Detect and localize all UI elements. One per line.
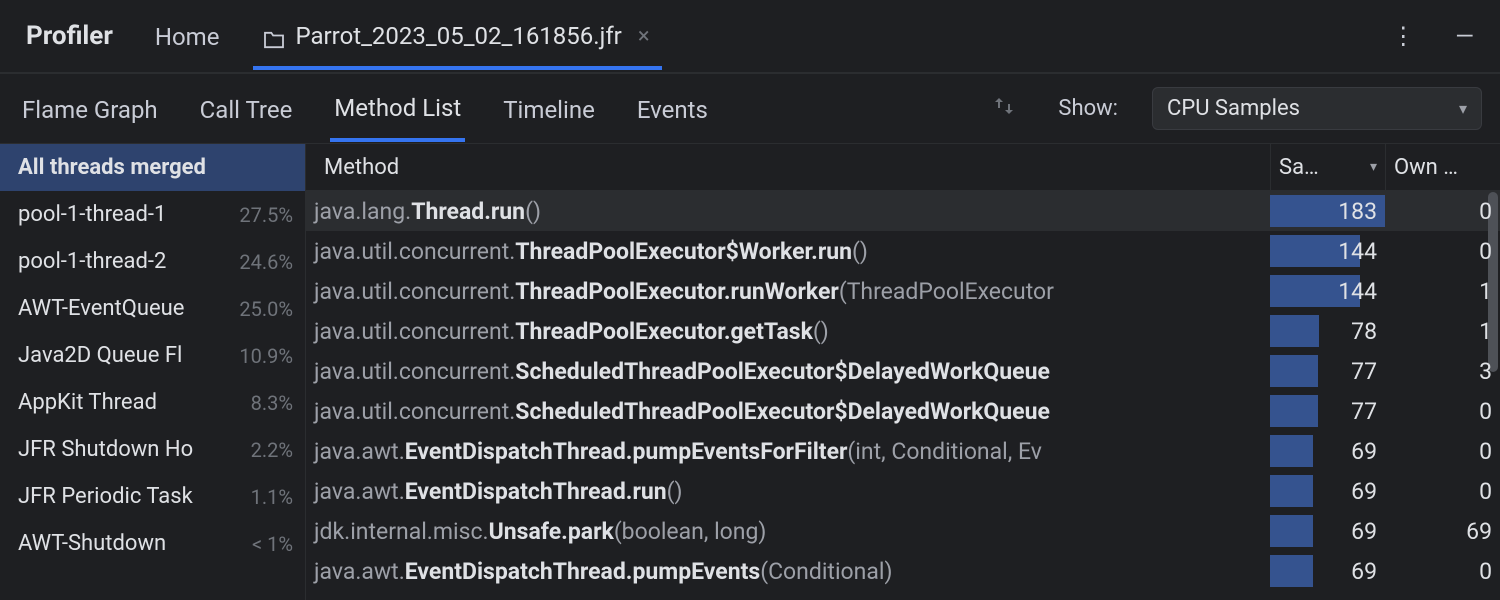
file-tab-label: Parrot_2023_05_02_161856.jfr (295, 22, 621, 50)
thread-name: AWT-Shutdown (18, 531, 248, 556)
show-dropdown[interactable]: CPU Samples ▾ (1152, 87, 1482, 130)
method-cell: java.util.concurrent.ScheduledThreadPool… (306, 358, 1270, 385)
dropdown-value: CPU Samples (1167, 96, 1300, 121)
table-row[interactable]: java.util.concurrent.ThreadPoolExecutor.… (306, 311, 1500, 351)
top-bar: Profiler Home Parrot_2023_05_02_161856.j… (0, 0, 1500, 74)
own-cell: 0 (1385, 471, 1500, 511)
method-cell: java.util.concurrent.ScheduledThreadPool… (306, 398, 1270, 425)
samples-cell: 69 (1270, 511, 1385, 551)
own-cell: 69 (1385, 511, 1500, 551)
thread-pct: 27.5% (235, 203, 293, 227)
table-row[interactable]: java.util.concurrent.ScheduledThreadPool… (306, 391, 1500, 431)
sort-desc-icon: ▾ (1370, 159, 1377, 175)
folder-icon (263, 27, 285, 45)
thread-pct: 8.3% (247, 391, 293, 415)
own-cell: 1 (1385, 271, 1500, 311)
thread-name: AppKit Thread (18, 390, 247, 415)
thread-name: JFR Shutdown Ho (18, 437, 247, 462)
own-cell: 3 (1385, 351, 1500, 391)
thread-pct: 2.2% (247, 438, 293, 462)
thread-item[interactable]: AppKit Thread8.3% (0, 379, 305, 426)
column-method[interactable]: Method (306, 155, 1270, 180)
thread-item[interactable]: JFR Periodic Task1.1% (0, 473, 305, 520)
thread-name: Java2D Queue Fl (18, 343, 235, 368)
samples-cell: 144 (1270, 231, 1385, 271)
thread-item[interactable]: AWT-Shutdown< 1% (0, 520, 305, 567)
thread-item[interactable]: pool-1-thread-224.6% (0, 238, 305, 285)
method-cell: java.awt.EventDispatchThread.pumpEventsF… (306, 438, 1270, 465)
table-row[interactable]: java.awt.EventDispatchThread.run()690 (306, 471, 1500, 511)
table-row[interactable]: java.lang.Thread.run()1830 (306, 191, 1500, 231)
thread-name: All threads merged (18, 155, 293, 180)
subtab-method-list[interactable]: Method List (330, 76, 465, 142)
table-row[interactable]: java.util.concurrent.ScheduledThreadPool… (306, 351, 1500, 391)
thread-name: pool-1-thread-2 (18, 249, 235, 274)
samples-cell: 78 (1270, 311, 1385, 351)
own-cell: 0 (1385, 231, 1500, 271)
thread-pct: 24.6% (235, 250, 293, 274)
samples-cell: 77 (1270, 391, 1385, 431)
swap-icon[interactable] (984, 94, 1024, 124)
more-icon[interactable]: ⋮ (1383, 22, 1423, 50)
own-cell: 0 (1385, 551, 1500, 591)
chevron-down-icon: ▾ (1459, 99, 1467, 118)
method-cell: java.util.concurrent.ThreadPoolExecutor.… (306, 278, 1270, 305)
minimize-icon[interactable]: — (1447, 22, 1482, 50)
thread-name: JFR Periodic Task (18, 484, 247, 509)
own-cell: 0 (1385, 431, 1500, 471)
thread-item[interactable]: JFR Shutdown Ho2.2% (0, 426, 305, 473)
column-own[interactable]: Own … (1385, 144, 1500, 190)
own-cell: 0 (1385, 391, 1500, 431)
method-cell: jdk.internal.misc.Unsafe.park(boolean, l… (306, 518, 1270, 545)
thread-pct: 10.9% (235, 344, 293, 368)
thread-item[interactable]: All threads merged (0, 144, 305, 191)
table-row[interactable]: java.awt.EventDispatchThread.pumpEventsF… (306, 431, 1500, 471)
table-row[interactable]: java.awt.EventDispatchThread.pumpEvents(… (306, 551, 1500, 591)
own-cell: 1 (1385, 311, 1500, 351)
table-body: java.lang.Thread.run()1830java.util.conc… (306, 191, 1500, 600)
samples-cell: 69 (1270, 551, 1385, 591)
subtab-bar: Flame Graph Call Tree Method List Timeline E… (0, 74, 1500, 144)
method-cell: java.util.concurrent.ThreadPoolExecutor.… (306, 318, 1270, 345)
thread-pct: 25.0% (235, 297, 293, 321)
show-label: Show: (1058, 96, 1118, 121)
thread-name: AWT-EventQueue (18, 296, 235, 321)
table-row[interactable]: jdk.internal.misc.Unsafe.park(boolean, l… (306, 511, 1500, 551)
table-header: Method Sa… ▾ Own … (306, 144, 1500, 191)
method-cell: java.awt.EventDispatchThread.run() (306, 478, 1270, 505)
thread-pct: < 1% (248, 532, 293, 556)
subtab-flame-graph[interactable]: Flame Graph (18, 78, 162, 140)
method-table: Method Sa… ▾ Own … java.lang.Thread.run(… (306, 144, 1500, 600)
subtab-events[interactable]: Events (633, 78, 712, 140)
thread-pct: 1.1% (247, 485, 293, 509)
subtab-timeline[interactable]: Timeline (499, 78, 599, 140)
thread-item[interactable]: AWT-EventQueue25.0% (0, 285, 305, 332)
tab-file[interactable]: Parrot_2023_05_02_161856.jfr × (253, 4, 661, 70)
samples-cell: 77 (1270, 351, 1385, 391)
samples-cell: 144 (1270, 271, 1385, 311)
column-samples[interactable]: Sa… ▾ (1270, 144, 1385, 190)
thread-item[interactable]: Java2D Queue Fl10.9% (0, 332, 305, 379)
thread-name: pool-1-thread-1 (18, 202, 235, 227)
tab-home[interactable]: Home (145, 5, 230, 67)
method-cell: java.awt.EventDispatchThread.pumpEvents(… (306, 558, 1270, 585)
samples-cell: 69 (1270, 431, 1385, 471)
samples-cell: 69 (1270, 471, 1385, 511)
table-row[interactable]: java.util.concurrent.ThreadPoolExecutor$… (306, 231, 1500, 271)
profiler-title: Profiler (18, 21, 121, 51)
own-cell: 0 (1385, 191, 1500, 231)
method-cell: java.lang.Thread.run() (306, 198, 1270, 225)
subtab-call-tree[interactable]: Call Tree (196, 78, 297, 140)
close-icon[interactable]: × (632, 24, 656, 49)
thread-sidebar: All threads mergedpool-1-thread-127.5%po… (0, 144, 306, 600)
method-cell: java.util.concurrent.ThreadPoolExecutor$… (306, 238, 1270, 265)
content-area: All threads mergedpool-1-thread-127.5%po… (0, 144, 1500, 600)
samples-cell: 183 (1270, 191, 1385, 231)
thread-item[interactable]: pool-1-thread-127.5% (0, 191, 305, 238)
table-row[interactable]: java.util.concurrent.ThreadPoolExecutor.… (306, 271, 1500, 311)
